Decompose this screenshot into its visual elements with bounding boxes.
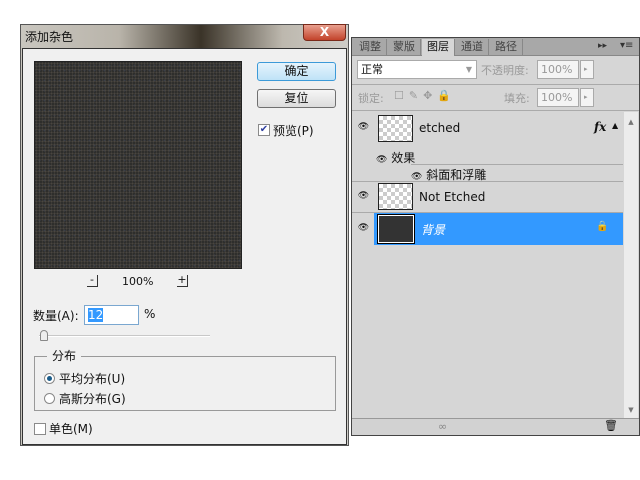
scrollbar[interactable]: ▲ ▼ [624,112,638,418]
amount-unit: % [144,307,156,321]
opacity-label: 不透明度: [481,64,529,77]
fx-icon[interactable]: fx [594,120,606,134]
panel-tabs: 调整 蒙版 图层 通道 路径 ▸▸ ▾≡ [352,38,639,56]
blend-mode-select[interactable]: 正常 ▼ [357,60,477,79]
effects-label: 效果 [391,151,416,165]
dialog-body: 确定 复位 ✔ 预览(P) - 100% + 数量(A): 12 % 分布 平均… [22,48,347,445]
collapse-icon[interactable]: ▸▸ [598,41,607,51]
uniform-radio[interactable] [44,373,55,384]
preview-checkbox[interactable]: ✔ [258,124,270,136]
amount-label: 数量(A): [33,309,79,323]
monochromatic-label: 单色(M) [49,422,93,436]
monochromatic-checkbox[interactable] [34,423,46,435]
delete-layer-icon[interactable]: 🗑 [604,419,618,432]
scroll-down-icon[interactable]: ▼ [624,406,638,414]
opacity-input[interactable]: 100% [537,60,579,79]
eye-icon[interactable]: 👁 [357,121,370,134]
tab-layers[interactable]: 图层 [422,39,455,56]
fill-label: 填充: [504,92,530,105]
amount-slider-handle[interactable] [40,330,48,341]
dialog-title: 添加杂色 [25,30,74,44]
amount-value: 12 [88,308,104,322]
panel-footer: ∞ 🗑 [352,418,639,435]
gaussian-label: 高斯分布(G) [59,392,126,406]
tab-adjustments[interactable]: 调整 [354,39,387,56]
layer-name: 背景 [421,223,446,237]
noise-preview[interactable] [34,61,242,269]
preview-label: 预览(P) [273,124,314,138]
amount-input[interactable]: 12 [84,305,139,325]
eye-icon[interactable]: 👁 [357,222,370,235]
layer-thumbnail [378,115,413,142]
divider [352,84,639,85]
effects-row[interactable]: 👁 效果 [376,149,623,165]
distribution-label: 分布 [47,347,82,364]
link-layers-icon[interactable]: ∞ [438,420,447,433]
eye-icon[interactable]: 👁 [357,190,370,203]
amount-slider-track[interactable] [39,335,210,337]
effect-name: 斜面和浮雕 [426,168,487,182]
tab-paths[interactable]: 路径 [490,39,523,56]
eye-icon[interactable]: 👁 [376,155,387,165]
opacity-arrow-icon[interactable]: ▸ [580,60,594,79]
lock-icon: 🔒 [596,221,609,232]
chevron-down-icon: ▼ [465,65,472,74]
layer-name: Not Etched [419,190,486,204]
layer-row-not-etched[interactable]: 👁 Not Etched [352,181,623,213]
blend-mode-value: 正常 [361,63,383,76]
add-noise-dialog: 添加杂色 X 确定 复位 ✔ 预览(P) - 100% + 数量(A): 12 … [20,24,349,446]
layer-thumbnail [378,183,413,210]
tab-channels[interactable]: 通道 [456,39,489,56]
panel-menu-icon[interactable]: ▾≡ [620,40,633,51]
layer-name: etched [419,121,461,135]
scroll-up-icon[interactable]: ▲ [624,118,638,126]
gaussian-radio[interactable] [44,393,55,404]
close-button[interactable]: X [303,24,346,41]
zoom-in-button[interactable]: + [177,274,188,287]
layer-row-background[interactable]: 👁 背景 🔒 [352,213,623,245]
lock-label: 锁定: [358,92,384,105]
reset-button[interactable]: 复位 [257,89,336,108]
lock-icons[interactable]: ☐✎✥🔒 [394,89,456,102]
layer-row-etched[interactable]: 👁 etched fx ▲ [352,111,623,149]
effect-bevel-row[interactable]: 👁 斜面和浮雕 [411,164,623,182]
fill-arrow-icon[interactable]: ▸ [580,88,594,107]
tab-masks[interactable]: 蒙版 [388,39,421,56]
zoom-out-button[interactable]: - [87,274,98,287]
zoom-level: 100% [122,275,154,288]
layer-thumbnail [377,214,415,244]
layers-panel: 调整 蒙版 图层 通道 路径 ▸▸ ▾≡ 正常 ▼ 不透明度: 100% ▸ 锁定… [351,37,640,436]
expand-arrow-icon[interactable]: ▲ [612,121,618,130]
ok-button[interactable]: 确定 [257,62,336,81]
fill-input[interactable]: 100% [537,88,579,107]
uniform-label: 平均分布(U) [59,372,126,386]
